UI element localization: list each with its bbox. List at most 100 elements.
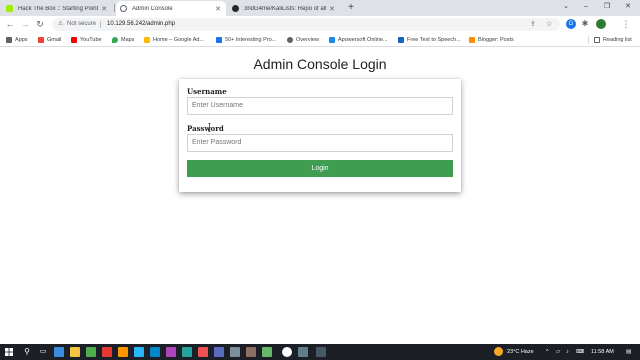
password-placeholder: Enter Password	[192, 139, 242, 146]
password-field[interactable]: Enter Password	[187, 134, 453, 152]
close-icon[interactable]: ✕	[214, 5, 222, 13]
close-icon[interactable]: ✕	[328, 5, 336, 13]
app-icon[interactable]	[166, 347, 176, 357]
tab-strip: Hack The Box :: Starting Point ✕ Admin C…	[0, 0, 640, 16]
language-icon[interactable]: ⌨	[576, 344, 584, 360]
close-icon[interactable]: ✕	[100, 5, 108, 13]
password-label: Password	[187, 124, 224, 133]
divider	[100, 21, 101, 28]
app-icon[interactable]	[182, 347, 192, 357]
weather-sun-icon	[494, 347, 503, 356]
app-icon[interactable]	[150, 347, 160, 357]
bookmark-interesting[interactable]: 50+ Interesting Pro...	[216, 35, 276, 45]
reading-list-icon	[594, 37, 600, 43]
youtube-icon	[71, 37, 77, 43]
edge-app-icon[interactable]	[54, 347, 64, 357]
tray-chevron-up-icon[interactable]: ^	[546, 344, 549, 360]
tab-search-chevron-down-icon[interactable]: ⌄	[556, 1, 576, 13]
app-icon[interactable]	[246, 347, 256, 357]
text-cursor-icon	[208, 123, 211, 132]
tab-admin-console[interactable]: Admin Console ✕	[116, 1, 226, 16]
login-card: Username Enter Username Password Enter P…	[179, 79, 461, 192]
bookmark-label: Gmail	[47, 37, 62, 43]
reload-icon[interactable]: ↻	[34, 18, 46, 30]
warning-icon: ⚠	[58, 21, 64, 27]
apps-grid-icon	[6, 37, 12, 43]
address-bar[interactable]: ⚠ Not secure 10.129.56.242/admin.php ⇪ ☆	[52, 18, 560, 31]
bookmark-label: Blogger: Posts	[478, 37, 514, 43]
username-field[interactable]: Enter Username	[187, 97, 453, 115]
tab-github-kalilists[interactable]: 3ndG4me/KaliLists: Repo of all the ✕	[228, 1, 340, 16]
extensions-puzzle-icon[interactable]: ✱	[580, 19, 590, 29]
windows-start-icon[interactable]	[4, 347, 14, 357]
extension-g-icon[interactable]: G	[566, 19, 576, 29]
minimize-button[interactable]: –	[576, 1, 596, 13]
bookmark-apps[interactable]: Apps	[6, 35, 28, 45]
forward-arrow-icon[interactable]: →	[19, 18, 31, 30]
menu-kebab-icon[interactable]: ⋮	[620, 18, 632, 30]
close-window-button[interactable]: ✕	[618, 1, 638, 13]
back-arrow-icon[interactable]: ←	[4, 18, 16, 30]
bookmark-label: Maps	[121, 37, 135, 43]
blogger-icon	[469, 37, 475, 43]
github-icon	[232, 5, 239, 12]
task-view-icon[interactable]: ▭	[38, 347, 48, 357]
globe-icon	[120, 5, 127, 12]
app-icon[interactable]	[316, 347, 326, 357]
username-label: Username	[187, 87, 227, 96]
bookmark-blogger[interactable]: Blogger: Posts	[469, 35, 514, 45]
vlc-icon[interactable]	[118, 347, 128, 357]
browser-toolbar: ← → ↻ ⚠ Not secure 10.129.56.242/admin.p…	[0, 16, 640, 33]
share-icon[interactable]: ⇪	[530, 18, 536, 31]
bookmark-youtube[interactable]: YouTube	[71, 35, 102, 45]
app-icon[interactable]	[214, 347, 224, 357]
overview-icon	[287, 37, 293, 43]
volume-icon[interactable]: ♪	[566, 344, 569, 360]
profile-avatar-icon[interactable]	[596, 19, 606, 29]
clock-time[interactable]: 11:58 AM	[591, 344, 614, 360]
bookmark-label: Free Text to Speech...	[407, 37, 461, 43]
tab-title: Hack The Box :: Starting Point	[18, 5, 99, 12]
bookmark-site-icon	[216, 37, 222, 43]
chrome-app-icon[interactable]	[282, 347, 292, 357]
bookmark-overview[interactable]: Overview	[287, 35, 319, 45]
bookmark-label: Overview	[296, 37, 319, 43]
tab-title: Admin Console	[132, 5, 173, 12]
security-status[interactable]: Not secure	[67, 18, 96, 31]
app-icon[interactable]	[102, 347, 112, 357]
search-icon[interactable]: ⚲	[22, 347, 32, 357]
apowersoft-icon	[329, 37, 335, 43]
bookmark-label: 50+ Interesting Pro...	[225, 37, 277, 43]
restore-button[interactable]: ❐	[597, 1, 617, 13]
bookmark-apowersoft[interactable]: Apowersoft Online...	[329, 35, 388, 45]
bookmark-text-to-speech[interactable]: Free Text to Speech...	[398, 35, 461, 45]
tab-hackthebox[interactable]: Hack The Box :: Starting Point ✕	[2, 1, 112, 16]
tab-divider	[114, 4, 115, 12]
app-icon[interactable]	[298, 347, 308, 357]
hackthebox-favicon-icon	[6, 5, 13, 12]
tab-title: 3ndG4me/KaliLists: Repo of all the	[244, 5, 328, 12]
url-text[interactable]: 10.129.56.242/admin.php	[107, 18, 175, 31]
bookmark-star-icon[interactable]: ☆	[546, 18, 552, 31]
network-icon[interactable]: ▱	[556, 344, 560, 360]
new-tab-button[interactable]: +	[345, 2, 357, 14]
file-explorer-icon[interactable]	[70, 347, 80, 357]
app-icon[interactable]	[134, 347, 144, 357]
bookmarks-bar: Apps Gmail YouTube Maps Home – Google Ad…	[0, 33, 640, 47]
app-icon[interactable]	[230, 347, 240, 357]
weather-text[interactable]: 23°C Haze	[507, 344, 534, 360]
bookmark-label: YouTube	[80, 37, 102, 43]
bookmark-maps[interactable]: Maps	[112, 35, 134, 45]
app-icon[interactable]	[262, 347, 272, 357]
notifications-icon[interactable]: ▤	[626, 344, 631, 360]
reading-list-button[interactable]: Reading list	[594, 35, 632, 45]
bookmark-label: Apowersoft Online...	[338, 37, 388, 43]
text-to-speech-icon	[398, 37, 404, 43]
app-icon[interactable]	[86, 347, 96, 357]
app-icon[interactable]	[198, 347, 208, 357]
page-title: Admin Console Login	[253, 56, 387, 72]
bookmark-gmail[interactable]: Gmail	[38, 35, 61, 45]
reading-list-label: Reading list	[603, 37, 632, 43]
login-button[interactable]: Login	[187, 160, 453, 177]
bookmark-google-ads[interactable]: Home – Google Ad...	[144, 35, 204, 45]
